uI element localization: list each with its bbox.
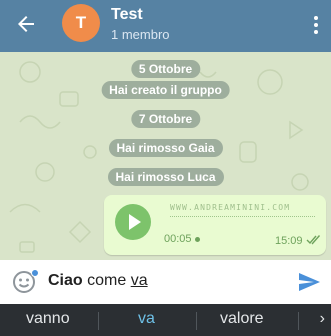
more-menu-icon[interactable] [309, 14, 323, 36]
input-text-plain: come [82, 272, 131, 289]
message-time: 15:09 [275, 235, 303, 247]
keyboard-suggestion-bar: vanno va valore › [0, 304, 331, 336]
voice-message-bubble[interactable]: WWW.ANDREAMININI.COM 00:05 15:09 [104, 195, 326, 255]
notification-dot [31, 269, 39, 277]
divider [98, 312, 99, 330]
suggestion-item-selected[interactable]: va [138, 310, 155, 328]
avatar-letter: T [75, 13, 87, 32]
group-avatar[interactable]: T [62, 4, 100, 42]
suggestion-item[interactable]: valore [220, 310, 264, 328]
voice-duration: 00:05 [164, 233, 192, 245]
chat-title[interactable]: Test [111, 6, 143, 24]
date-separator: 5 Ottobre [130, 60, 201, 78]
input-text-composing: va [130, 272, 148, 289]
suggestion-item[interactable]: vanno [26, 310, 70, 328]
message-input[interactable]: Ciao come va [48, 272, 148, 290]
message-input-bar: Ciao come va [0, 260, 331, 304]
back-arrow-icon[interactable] [14, 12, 38, 36]
send-icon[interactable] [297, 270, 321, 294]
divider [298, 312, 299, 330]
voice-waveform[interactable] [170, 216, 315, 217]
member-count: 1 membro [111, 27, 170, 42]
service-message: Hai rimosso Gaia [108, 139, 223, 157]
play-icon [129, 214, 141, 230]
unplayed-dot [195, 237, 200, 242]
service-message: Hai creato il gruppo [101, 81, 230, 99]
read-checkmarks-icon [306, 235, 321, 245]
service-message: Hai rimosso Luca [107, 168, 224, 186]
watermark-text: WWW.ANDREAMININI.COM [170, 203, 291, 212]
play-button[interactable] [115, 204, 151, 240]
chat-area[interactable]: 5 Ottobre Hai creato il gruppo 7 Ottobre… [0, 52, 331, 260]
divider [196, 312, 197, 330]
more-suggestions-icon[interactable]: › [320, 310, 325, 328]
chat-header: T Test 1 membro [0, 0, 331, 52]
input-text-bold: Ciao [48, 272, 83, 289]
date-separator: 7 Ottobre [130, 110, 201, 128]
